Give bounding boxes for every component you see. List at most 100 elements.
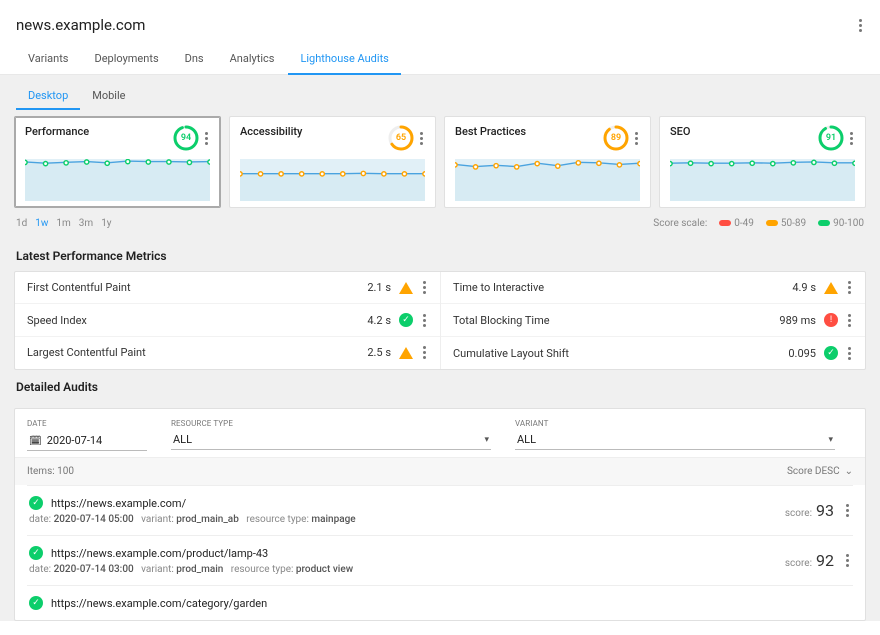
main-tabs: VariantsDeploymentsDnsAnalyticsLighthous…: [0, 44, 880, 75]
device-tab-mobile[interactable]: Mobile: [80, 83, 137, 110]
range-1w[interactable]: 1w: [35, 218, 48, 229]
range-1d[interactable]: 1d: [16, 218, 27, 229]
metric-label: First Contentful Paint: [27, 281, 131, 294]
metric-value: 2.1 s: [367, 281, 391, 294]
score-cards-row: Performance 94 Accessibility 65 Best Pra…: [0, 110, 880, 212]
chevron-down-icon: ⌄: [845, 466, 853, 477]
score-gauge: 65: [388, 125, 414, 151]
score-card-accessibility[interactable]: Accessibility 65: [229, 116, 436, 208]
sparkline-chart: [455, 159, 640, 201]
tab-analytics[interactable]: Analytics: [218, 44, 287, 74]
tab-dns[interactable]: Dns: [173, 44, 216, 74]
filter-resourcetype-select[interactable]: ALL ▾: [171, 430, 491, 450]
legend-50-89: 50-89: [766, 218, 806, 229]
tab-variants[interactable]: Variants: [16, 44, 80, 74]
legend-90-100: 90-100: [818, 218, 864, 229]
items-count: Items: 100: [27, 466, 74, 477]
audit-overflow-icon[interactable]: [844, 504, 851, 517]
metrics-panel: First Contentful Paint 2.1 s Speed Index…: [14, 271, 866, 370]
card-title: SEO: [670, 125, 690, 138]
audit-meta: date: 2020-07-14 03:00 variant: prod_mai…: [29, 564, 353, 575]
score-gauge: 89: [603, 125, 629, 151]
sort-toggle[interactable]: Score DESC ⌄: [787, 466, 853, 477]
metric-row: Cumulative Layout Shift 0.095 ✓: [441, 336, 865, 369]
metric-row: Total Blocking Time 989 ms !: [441, 303, 865, 336]
audit-meta: date: 2020-07-14 05:00 variant: prod_mai…: [29, 514, 356, 525]
metric-overflow-icon[interactable]: [846, 314, 853, 327]
header-overflow-icon[interactable]: [857, 19, 864, 32]
legend-0-49: 0-49: [719, 218, 754, 229]
audit-item[interactable]: ✓ https://news.example.com/category/gard…: [27, 585, 853, 620]
filter-resourcetype-label: RESOURCE TYPE: [171, 419, 491, 428]
filter-variant-select[interactable]: ALL ▾: [515, 430, 835, 450]
audit-item[interactable]: ✓ https://news.example.com/ date: 2020-0…: [27, 485, 853, 535]
metric-overflow-icon[interactable]: [421, 346, 428, 359]
check-icon: ✓: [29, 596, 43, 610]
metric-label: Time to Interactive: [453, 281, 544, 294]
calendar-icon: [29, 433, 42, 447]
metric-label: Cumulative Layout Shift: [453, 347, 569, 360]
metric-overflow-icon[interactable]: [846, 281, 853, 294]
card-overflow-icon[interactable]: [848, 132, 855, 145]
audit-url: https://news.example.com/product/lamp-43: [51, 547, 268, 560]
filter-date-input[interactable]: 2020-07-14: [27, 430, 147, 451]
card-overflow-icon[interactable]: [418, 132, 425, 145]
score-card-best-practices[interactable]: Best Practices 89: [444, 116, 651, 208]
error-icon: !: [824, 313, 838, 327]
chevron-down-icon: ▾: [484, 435, 489, 445]
card-overflow-icon[interactable]: [633, 132, 640, 145]
filter-variant-label: VARIANT: [515, 419, 835, 428]
sparkline-chart: [670, 159, 855, 201]
score-gauge: 94: [173, 125, 199, 151]
check-icon: ✓: [29, 496, 43, 510]
score-scale-legend: Score scale: 0-49 50-89 90-100: [653, 218, 864, 229]
metric-overflow-icon[interactable]: [846, 347, 853, 360]
metric-value: 989 ms: [779, 314, 816, 327]
metric-row: Speed Index 4.2 s ✓: [15, 303, 440, 336]
metrics-section-title: Latest Performance Metrics: [0, 239, 880, 271]
filter-date-label: DATE: [27, 419, 147, 428]
metric-overflow-icon[interactable]: [421, 281, 428, 294]
warning-icon: [824, 282, 838, 294]
detailed-audits-title: Detailed Audits: [0, 370, 880, 402]
score-card-performance[interactable]: Performance 94: [14, 116, 221, 208]
device-tabs: DesktopMobile: [0, 75, 880, 110]
card-title: Best Practices: [455, 125, 526, 138]
check-icon: ✓: [399, 313, 413, 327]
site-title: news.example.com: [16, 16, 145, 34]
audit-overflow-icon[interactable]: [844, 554, 851, 567]
audits-filters: DATE 2020-07-14 RESOURCE TYPE ALL ▾ VARI…: [27, 417, 853, 457]
sparkline-chart: [240, 159, 425, 201]
card-title: Performance: [25, 125, 89, 138]
metric-label: Largest Contentful Paint: [27, 346, 146, 359]
range-3m[interactable]: 3m: [79, 218, 93, 229]
detailed-audits-panel: DATE 2020-07-14 RESOURCE TYPE ALL ▾ VARI…: [14, 408, 866, 621]
check-icon: ✓: [29, 546, 43, 560]
audit-score: score:93: [785, 501, 834, 520]
warning-icon: [399, 347, 413, 359]
range-1m[interactable]: 1m: [56, 218, 70, 229]
metric-value: 4.2 s: [367, 314, 391, 327]
range-1y[interactable]: 1y: [101, 218, 111, 229]
audit-score: score:92: [785, 551, 834, 570]
metric-row: Time to Interactive 4.9 s: [441, 272, 865, 303]
sparkline-chart: [25, 159, 210, 201]
check-icon: ✓: [824, 346, 838, 360]
score-scale-label: Score scale:: [653, 218, 707, 229]
card-overflow-icon[interactable]: [203, 132, 210, 145]
metric-label: Total Blocking Time: [453, 314, 550, 327]
metric-value: 4.9 s: [792, 281, 816, 294]
metric-overflow-icon[interactable]: [421, 314, 428, 327]
score-gauge: 91: [818, 125, 844, 151]
device-tab-desktop[interactable]: Desktop: [16, 83, 80, 110]
metric-value: 0.095: [788, 347, 816, 360]
metric-label: Speed Index: [27, 314, 87, 327]
time-range-selector: 1d 1w 1m 3m 1y: [16, 218, 112, 229]
tab-deployments[interactable]: Deployments: [82, 44, 170, 74]
audit-url: https://news.example.com/category/garden: [51, 597, 267, 610]
warning-icon: [399, 282, 413, 294]
tab-lighthouse-audits[interactable]: Lighthouse Audits: [288, 44, 400, 75]
card-title: Accessibility: [240, 125, 302, 138]
score-card-seo[interactable]: SEO 91: [659, 116, 866, 208]
metric-row: Largest Contentful Paint 2.5 s: [15, 336, 440, 368]
